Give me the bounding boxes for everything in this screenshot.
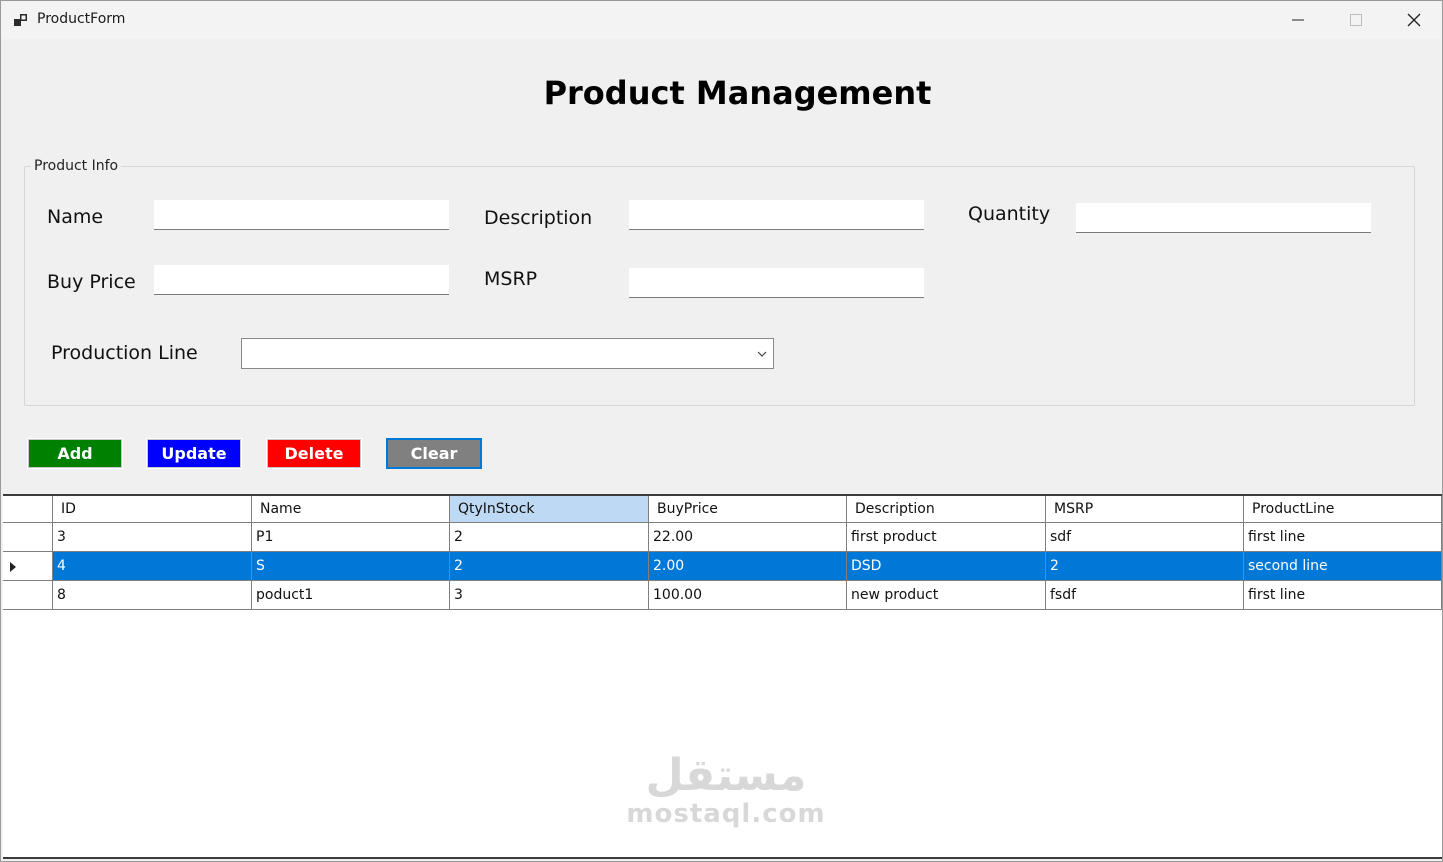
msrp-input[interactable] xyxy=(629,268,924,298)
cell-productline[interactable]: first line xyxy=(1244,523,1442,552)
title-bar[interactable]: ProductForm xyxy=(1,1,1442,39)
cell-qtyinstock[interactable]: 2 xyxy=(450,552,649,581)
minimize-icon xyxy=(1292,19,1304,21)
page-title: Product Management xyxy=(543,74,932,112)
cell-msrp[interactable]: fsdf xyxy=(1046,581,1244,610)
close-icon xyxy=(1407,13,1421,27)
current-row-arrow-icon xyxy=(10,562,16,572)
column-header-productline[interactable]: ProductLine xyxy=(1244,496,1442,523)
row-header[interactable] xyxy=(3,552,53,581)
cell-name[interactable]: S xyxy=(252,552,450,581)
product-info-legend: Product Info xyxy=(31,158,122,174)
minimize-button[interactable] xyxy=(1269,1,1327,39)
watermark-arabic-text: مستقل xyxy=(645,750,807,801)
maximize-icon xyxy=(1350,14,1362,26)
quantity-label: Quantity xyxy=(968,203,1051,225)
cell-id[interactable]: 3 xyxy=(53,523,252,552)
cell-buyprice[interactable]: 100.00 xyxy=(649,581,847,610)
row-header[interactable] xyxy=(3,523,53,552)
app-form-icon xyxy=(14,14,27,26)
cell-qtyinstock[interactable]: 2 xyxy=(450,523,649,552)
mostaql-watermark: مستقل mostaql.com xyxy=(611,750,841,830)
column-header-msrp[interactable]: MSRP xyxy=(1046,496,1244,523)
cell-msrp[interactable]: sdf xyxy=(1046,523,1244,552)
description-input[interactable] xyxy=(629,200,924,230)
quantity-input[interactable] xyxy=(1076,203,1371,233)
cell-name[interactable]: P1 xyxy=(252,523,450,552)
msrp-label: MSRP xyxy=(484,268,538,290)
cell-qtyinstock[interactable]: 3 xyxy=(450,581,649,610)
buy-price-label: Buy Price xyxy=(47,271,136,293)
column-header-name[interactable]: Name xyxy=(252,496,450,523)
name-input[interactable] xyxy=(154,200,449,230)
cell-id[interactable]: 4 xyxy=(53,552,252,581)
watermark-latin-text: mostaql.com xyxy=(626,799,826,829)
cell-name[interactable]: poduct1 xyxy=(252,581,450,610)
buy-price-input[interactable] xyxy=(154,265,449,295)
cell-productline[interactable]: second line xyxy=(1244,552,1442,581)
add-button[interactable]: Add xyxy=(27,438,123,469)
cell-productline[interactable]: first line xyxy=(1244,581,1442,610)
row-header[interactable] xyxy=(3,581,53,610)
cell-buyprice[interactable]: 2.00 xyxy=(649,552,847,581)
description-label: Description xyxy=(484,207,593,229)
cell-description[interactable]: DSD xyxy=(847,552,1046,581)
update-button[interactable]: Update xyxy=(146,438,242,469)
cell-description[interactable]: new product xyxy=(847,581,1046,610)
maximize-button[interactable] xyxy=(1327,1,1385,39)
column-header-description[interactable]: Description xyxy=(847,496,1046,523)
name-label: Name xyxy=(47,206,104,228)
grid-corner-header[interactable] xyxy=(3,496,53,523)
cell-buyprice[interactable]: 22.00 xyxy=(649,523,847,552)
product-form-window: ProductForm Product Management Product I… xyxy=(0,0,1443,862)
cell-id[interactable]: 8 xyxy=(53,581,252,610)
cell-msrp[interactable]: 2 xyxy=(1046,552,1244,581)
production-line-combobox[interactable] xyxy=(241,338,774,369)
column-header-buyprice[interactable]: BuyPrice xyxy=(649,496,847,523)
clear-button[interactable]: Clear xyxy=(386,438,482,469)
close-button[interactable] xyxy=(1385,1,1442,39)
column-header-id[interactable]: ID xyxy=(53,496,252,523)
chevron-down-icon[interactable] xyxy=(755,347,769,361)
production-line-label: Production Line xyxy=(51,342,198,364)
column-header-qtyinstock[interactable]: QtyInStock xyxy=(450,496,649,523)
window-title: ProductForm xyxy=(37,11,126,27)
delete-button[interactable]: Delete xyxy=(266,438,362,469)
cell-description[interactable]: first product xyxy=(847,523,1046,552)
